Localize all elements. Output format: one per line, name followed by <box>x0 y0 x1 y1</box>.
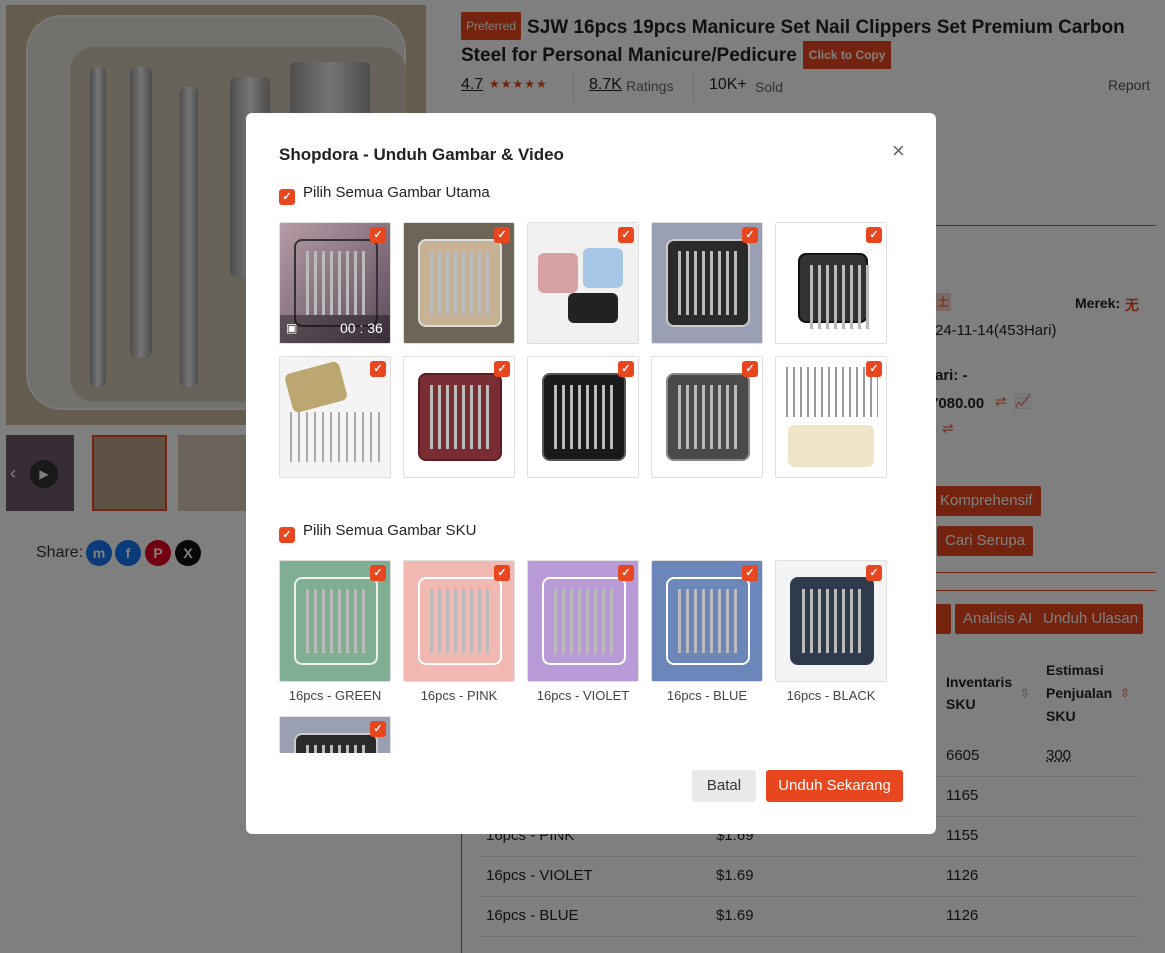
image-tile-video[interactable]: ▣ 00 : 36 ✓ <box>279 222 391 344</box>
sku-tile-blue[interactable]: ✓ <box>651 560 763 682</box>
sku-caption: 16pcs - BLUE <box>666 688 748 703</box>
image-tile[interactable]: ✓ <box>527 356 639 478</box>
download-modal: Shopdora - Unduh Gambar & Video × ✓ Pilih… <box>246 113 936 834</box>
checkbox-icon[interactable]: ✓ <box>370 227 386 243</box>
checkbox-icon[interactable]: ✓ <box>370 565 386 581</box>
checkbox-icon[interactable]: ✓ <box>494 227 510 243</box>
sku-image-grid: ✓ 16pcs - GREEN ✓ 16pcs - PINK ✓ 16pcs -… <box>279 560 899 753</box>
sku-tile[interactable]: ✓ <box>279 716 391 753</box>
checkbox-icon[interactable]: ✓ <box>370 721 386 737</box>
select-all-main[interactable]: ✓ Pilih Semua Gambar Utama <box>279 184 490 205</box>
sku-tile-pink[interactable]: ✓ <box>403 560 515 682</box>
sku-scroll-area[interactable]: ✓ 16pcs - GREEN ✓ 16pcs - PINK ✓ 16pcs -… <box>246 553 936 753</box>
checkbox-icon[interactable]: ✓ <box>279 527 295 543</box>
checkbox-icon[interactable]: ✓ <box>742 361 758 377</box>
checkbox-icon[interactable]: ✓ <box>618 361 634 377</box>
checkbox-icon[interactable]: ✓ <box>279 189 295 205</box>
select-all-sku[interactable]: ✓ Pilih Semua Gambar SKU <box>279 522 477 543</box>
cancel-button[interactable]: Batal <box>692 770 756 802</box>
checkbox-icon[interactable]: ✓ <box>742 565 758 581</box>
sku-caption: 16pcs - VIOLET <box>536 688 630 703</box>
image-tile[interactable]: ✓ <box>403 222 515 344</box>
download-now-button[interactable]: Unduh Sekarang <box>766 770 903 802</box>
checkbox-icon[interactable]: ✓ <box>866 565 882 581</box>
close-icon[interactable]: × <box>892 138 905 164</box>
image-tile[interactable]: ✓ <box>651 356 763 478</box>
image-tile[interactable]: ✓ <box>651 222 763 344</box>
checkbox-icon[interactable]: ✓ <box>618 565 634 581</box>
checkbox-icon[interactable]: ✓ <box>866 227 882 243</box>
checkbox-icon[interactable]: ✓ <box>866 361 882 377</box>
checkbox-icon[interactable]: ✓ <box>494 565 510 581</box>
sku-caption: 16pcs - PINK <box>420 688 498 703</box>
video-bar: ▣ 00 : 36 <box>280 315 390 343</box>
image-tile[interactable]: ✓ <box>775 222 887 344</box>
sku-tile-violet[interactable]: ✓ <box>527 560 639 682</box>
main-image-grid: ▣ 00 : 36 ✓ ✓ ✓ ✓ ✓ ✓ ✓ ✓ ✓ ✓ <box>279 222 899 482</box>
modal-title: Shopdora - Unduh Gambar & Video <box>279 145 564 164</box>
select-all-main-label: Pilih Semua Gambar Utama <box>303 184 490 201</box>
sku-tile-green[interactable]: ✓ <box>279 560 391 682</box>
checkbox-icon[interactable]: ✓ <box>742 227 758 243</box>
checkbox-icon[interactable]: ✓ <box>618 227 634 243</box>
sku-tile-black[interactable]: ✓ <box>775 560 887 682</box>
select-all-sku-label: Pilih Semua Gambar SKU <box>303 522 477 539</box>
video-duration: 00 : 36 <box>340 320 383 336</box>
image-tile[interactable]: ✓ <box>279 356 391 478</box>
video-icon: ▣ <box>286 321 298 335</box>
image-tile[interactable]: ✓ <box>403 356 515 478</box>
checkbox-icon[interactable]: ✓ <box>370 361 386 377</box>
sku-caption: 16pcs - GREEN <box>288 688 382 703</box>
image-tile[interactable]: ✓ <box>775 356 887 478</box>
checkbox-icon[interactable]: ✓ <box>494 361 510 377</box>
sku-caption: 16pcs - BLACK <box>786 688 876 703</box>
image-tile[interactable]: ✓ <box>527 222 639 344</box>
